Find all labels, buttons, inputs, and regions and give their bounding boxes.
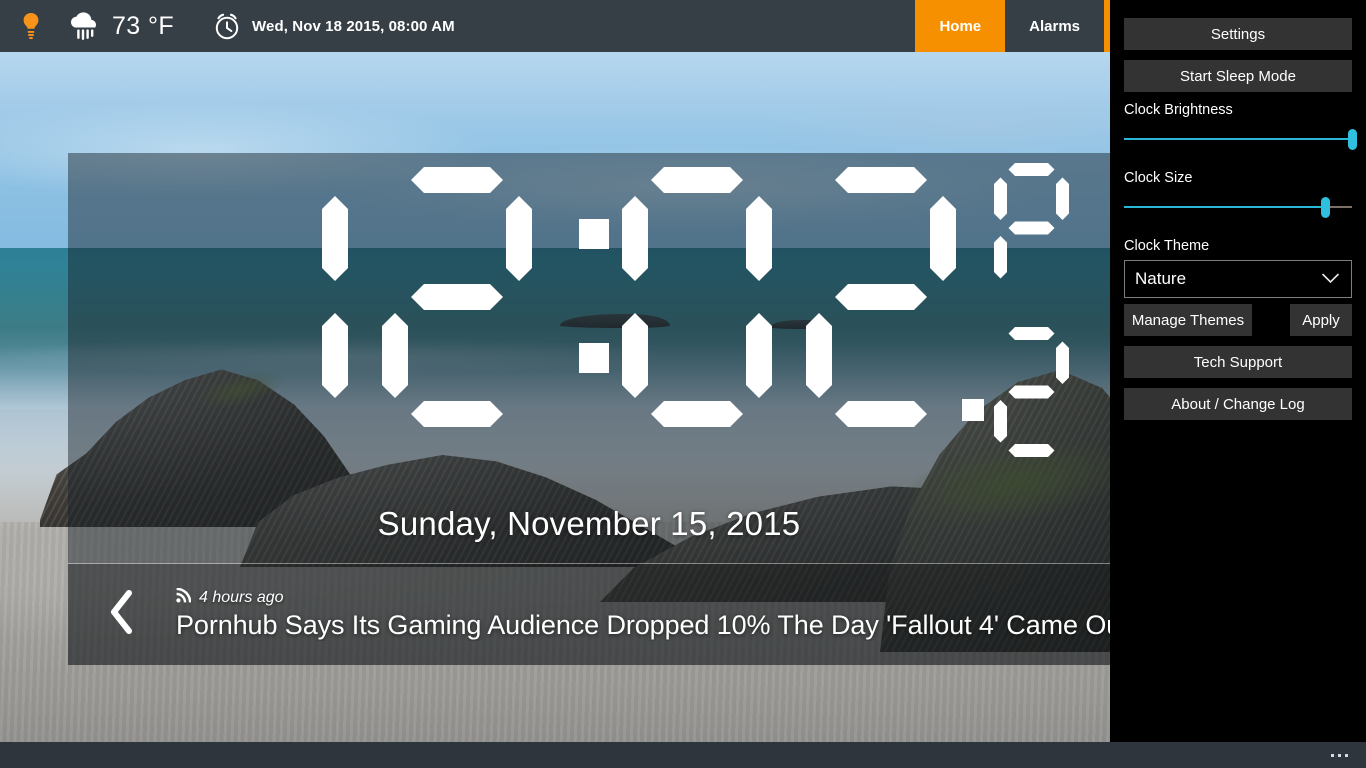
news-ticker: 4 hours ago Pornhub Says Its Gaming Audi… (68, 564, 1110, 665)
clock-segment (1009, 222, 1055, 235)
slider-fill (1124, 138, 1352, 140)
clock-segment (506, 196, 532, 281)
ellipsis-dot (1331, 753, 1334, 757)
clock-segment (994, 236, 1007, 279)
clock-digit (198, 167, 348, 427)
app-root: 73 °F Wed, Nov 18 2015, 08:00 AM Home Al… (0, 0, 1366, 768)
clock-segment (322, 313, 348, 398)
clock-theme-label: Clock Theme (1124, 238, 1210, 254)
clock-meridiem (994, 163, 1069, 293)
nav-tabs: Home Alarms (915, 0, 1110, 52)
clock-size-label: Clock Size (1124, 170, 1193, 186)
weather-indicator[interactable]: 73 °F (50, 0, 174, 52)
clock-seconds (994, 327, 1069, 457)
settings-button[interactable]: Settings (1124, 18, 1352, 50)
clock-digit (806, 167, 956, 427)
bottom-app-bar (0, 742, 1366, 768)
lightbulb-icon (12, 12, 50, 40)
clock-segment (1056, 342, 1069, 385)
clock-date: Sunday, November 15, 2015 (377, 505, 801, 542)
slider-thumb[interactable] (1320, 197, 1330, 218)
clock-segment (1056, 178, 1069, 221)
ellipsis-dot (1345, 753, 1348, 757)
ellipsis-icon[interactable] (1331, 753, 1348, 757)
slider-thumb[interactable] (1348, 129, 1357, 150)
clock-segment (835, 167, 927, 193)
status-indicators: 73 °F Wed, Nov 18 2015, 08:00 AM (0, 0, 455, 52)
top-status-bar: 73 °F Wed, Nov 18 2015, 08:00 AM Home Al… (0, 0, 1110, 52)
news-content[interactable]: 4 hours ago Pornhub Says Its Gaming Audi… (176, 588, 1110, 641)
clock-segment (382, 313, 408, 398)
clock-segment (1009, 327, 1055, 340)
temperature-value: 73 °F (112, 11, 175, 40)
clock-segment (411, 167, 503, 193)
rain-cloud-icon (62, 11, 106, 41)
chevron-down-icon (1322, 269, 1339, 289)
clock-segment (1009, 444, 1055, 457)
settings-sidebar: Settings Start Sleep Mode Clock Brightne… (1110, 0, 1366, 742)
manage-themes-button[interactable]: Manage Themes (1124, 304, 1252, 336)
news-previous-button[interactable] (68, 589, 176, 640)
clock-brightness-label: Clock Brightness (1124, 102, 1233, 118)
tab-alarms[interactable]: Alarms (1005, 0, 1104, 52)
clock-segment (1009, 386, 1055, 399)
next-alarm-text: Wed, Nov 18 2015, 08:00 AM (252, 17, 455, 35)
clock-segment (746, 196, 772, 281)
clock-segment (322, 196, 348, 281)
slider-fill (1124, 206, 1325, 208)
clock-panel: Sunday, November 15, 2015 4 hours ago Po… (68, 153, 1110, 665)
ellipsis-dot (1338, 753, 1341, 757)
news-meta: 4 hours ago (176, 588, 1100, 608)
clock-segment (994, 178, 1007, 221)
clock-colon-dot (579, 343, 609, 373)
clock-segment (835, 401, 927, 427)
clock-theme-value: Nature (1135, 269, 1187, 288)
clock-theme-select[interactable]: Nature (1124, 260, 1352, 298)
clock-colon-dot (579, 219, 609, 249)
digital-clock-display (68, 153, 1110, 475)
about-change-log-button[interactable]: About / Change Log (1124, 388, 1352, 420)
alarm-clock-icon (204, 11, 250, 41)
clock-segment (622, 196, 648, 281)
clock-segment (746, 313, 772, 398)
news-timestamp: 4 hours ago (199, 589, 284, 606)
clock-segment (411, 284, 503, 310)
apply-theme-button[interactable]: Apply (1290, 304, 1352, 336)
clock-digit (382, 167, 532, 427)
start-sleep-mode-button[interactable]: Start Sleep Mode (1124, 60, 1352, 92)
clock-segment (651, 167, 743, 193)
clock-segment (835, 284, 927, 310)
tab-home[interactable]: Home (915, 0, 1006, 52)
theme-actions: Manage Themes Apply (1124, 304, 1352, 336)
clock-segment (411, 401, 503, 427)
chevron-left-icon (107, 589, 137, 640)
news-headline[interactable]: Pornhub Says Its Gaming Audience Dropped… (176, 610, 1110, 641)
rss-icon (176, 588, 192, 608)
clock-seconds-dot (962, 399, 984, 421)
clock-digit (622, 167, 772, 427)
clock-segment (930, 196, 956, 281)
clock-segment (1009, 163, 1055, 176)
clock-segment (622, 313, 648, 398)
brightness-indicator[interactable] (12, 0, 50, 52)
clock-segment (994, 400, 1007, 443)
clock-segment (651, 401, 743, 427)
clock-size-slider[interactable] (1124, 192, 1352, 222)
next-alarm-indicator[interactable]: Wed, Nov 18 2015, 08:00 AM (174, 0, 455, 52)
tech-support-button[interactable]: Tech Support (1124, 346, 1352, 378)
clock-segment (806, 313, 832, 398)
clock-brightness-slider[interactable] (1124, 124, 1357, 154)
